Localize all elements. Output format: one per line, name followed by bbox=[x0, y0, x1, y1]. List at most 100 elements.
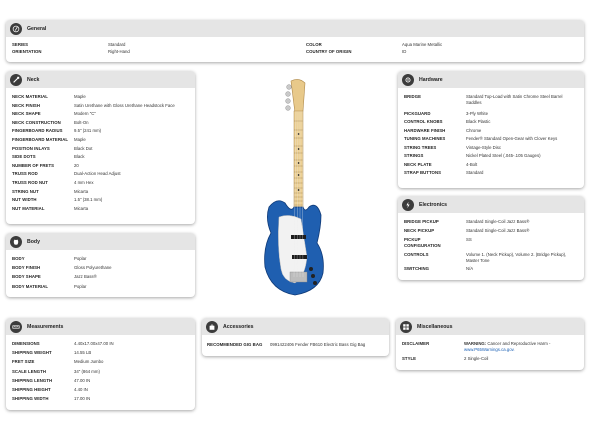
neck-title: Neck bbox=[27, 76, 40, 83]
spec-value: 4.40 IN bbox=[74, 386, 88, 392]
spec-row: DIMENSIONS 4.40x17.00x47.00 IN bbox=[12, 340, 189, 349]
spec-value: Standard Top-Load with Satin Chrome Stee… bbox=[466, 94, 563, 106]
spec-label: TRUSS ROD bbox=[12, 171, 38, 177]
spec-label: ORIENTATION bbox=[12, 49, 42, 55]
spec-value: Micarta bbox=[74, 205, 89, 211]
spec-row: NUT MATERIAL Micarta bbox=[12, 205, 189, 214]
disclaimer-row: DISCLAIMER WARNING: Cancer and Reproduct… bbox=[402, 340, 578, 355]
spec-label: SHIPPING WEIGHT bbox=[12, 350, 52, 356]
body-card: Body BODY Poplar BODY FINISH Gloss Polyure… bbox=[6, 233, 195, 297]
spec-row: SERIES Standard bbox=[12, 41, 306, 48]
general-card: General SERIES Standard ORIENTATION Right-… bbox=[6, 20, 584, 62]
spec-row: NUMBER OF FRETS 20 bbox=[12, 162, 189, 171]
body-title: Body bbox=[27, 238, 40, 245]
misc-icon bbox=[400, 320, 412, 333]
spec-label: NECK MATERIAL bbox=[12, 94, 48, 99]
general-title: General bbox=[27, 25, 47, 32]
accessories-header: Accessories bbox=[202, 318, 389, 335]
spec-value: SS bbox=[466, 237, 472, 242]
spec-label: SHIPPING WIDTH bbox=[12, 396, 49, 402]
spec-value: Aqua Marine Metallic bbox=[402, 42, 443, 47]
spec-value: 47.00 IN bbox=[74, 377, 91, 383]
spec-label: RECOMMENDED GIG BAG bbox=[207, 342, 263, 347]
spec-label: COLOR bbox=[306, 42, 322, 47]
spec-label: NECK FINISH bbox=[12, 102, 41, 108]
product-image bbox=[264, 79, 324, 296]
spec-row: BODY FINISH Gloss Polyurethane bbox=[12, 264, 189, 273]
spec-row: NECK MATERIAL Maple bbox=[12, 93, 189, 102]
neck-card: Neck NECK MATERIAL Maple NECK FINISH Satin… bbox=[6, 71, 195, 224]
spec-label: BODY SHAPE bbox=[12, 274, 41, 280]
spec-label: TUNING MACHINES bbox=[404, 136, 446, 141]
spec-row: SHIPPING WIDTH 17.00 IN bbox=[12, 395, 189, 404]
spec-label: SHIPPING LENGTH bbox=[12, 377, 53, 383]
spec-label: STRING NUT bbox=[12, 188, 39, 194]
spec-label: FINGERBOARD MATERIAL bbox=[12, 136, 69, 142]
measurements-card: Measurements DIMENSIONS 4.40x17.00x47.00 … bbox=[6, 318, 195, 410]
measurements-header: Measurements bbox=[6, 318, 195, 335]
spec-row: TUNING MACHINES Fender® Standard Open-Gea… bbox=[404, 135, 578, 144]
disclaimer-text: Cancer and Reproductive Harm - bbox=[486, 341, 551, 346]
spec-value: Modern "C" bbox=[74, 111, 96, 117]
spec-label: STYLE bbox=[402, 356, 417, 361]
spec-label: FRET SIZE bbox=[12, 359, 35, 365]
spec-label: STRAP BUTTONS bbox=[404, 170, 442, 175]
hardware-card: Hardware BRIDGE Standard Top-Load with Sa… bbox=[398, 71, 584, 188]
spec-row: HARDWARE FINISH Chrome bbox=[404, 127, 578, 136]
spec-value: Jazz Bass® bbox=[74, 274, 97, 280]
spec-row: POSITION INLAYS Black Dot bbox=[12, 145, 189, 154]
spec-label: NECK SHAPE bbox=[12, 111, 41, 117]
spec-value: Poplar bbox=[74, 283, 87, 289]
spec-row: COLOR Aqua Marine Metallic bbox=[306, 41, 442, 48]
spec-value: 4 mm Hex bbox=[74, 179, 94, 185]
spec-row: BRIDGE Standard Top-Load with Satin Chrom… bbox=[404, 93, 578, 110]
spec-label: SCALE LENGTH bbox=[12, 368, 47, 374]
spec-label: BRIDGE PICKUP bbox=[404, 219, 439, 224]
spec-value: 2 Single-Coil bbox=[464, 356, 489, 361]
spec-value: Nickel Plated Steel (.045-.105 Gauges) bbox=[466, 153, 541, 158]
spec-value: Standard bbox=[108, 42, 126, 47]
spec-row: BODY Poplar bbox=[12, 255, 189, 264]
spec-value: Fender® Standard Open-Gear with Clover K… bbox=[466, 136, 558, 141]
spec-row: PICKGUARD 3-Ply White bbox=[404, 110, 578, 119]
hardware-icon bbox=[402, 73, 414, 86]
spec-label: PICKUP CONFIGURATION bbox=[404, 237, 441, 249]
spec-value: Standard Single-Coil Jazz Bass® bbox=[466, 219, 530, 224]
spec-row: STRAP BUTTONS Standard bbox=[404, 169, 578, 178]
spec-row: BODY SHAPE Jazz Bass® bbox=[12, 273, 189, 282]
spec-row: SHIPPING LENGTH 47.00 IN bbox=[12, 377, 189, 386]
spec-value: Chrome bbox=[466, 127, 482, 133]
spec-row: CONTROL KNOBS Black Plastic bbox=[404, 118, 578, 127]
spec-row: SHIPPING WEIGHT 14.55 LB bbox=[12, 349, 189, 358]
spec-value: 0991422406 Fender FB610 Electric Bass Gi… bbox=[270, 342, 366, 347]
measurements-title: Measurements bbox=[27, 323, 64, 330]
spec-row: SHIPPING HEIGHT 4.40 IN bbox=[12, 386, 189, 395]
neck-header: Neck bbox=[6, 71, 195, 88]
spec-value: 14.55 LB bbox=[74, 350, 92, 356]
electronics-card: Electronics BRIDGE PICKUP Standard Single… bbox=[398, 196, 584, 280]
miscellaneous-title: Miscellaneous bbox=[417, 323, 453, 330]
spec-row: STRING TREES Vintage-Style Disc bbox=[404, 144, 578, 153]
warning-label: WARNING: bbox=[464, 341, 487, 346]
spec-row: NUT WIDTH 1.5" (38.1 mm) bbox=[12, 196, 189, 205]
spec-value: Standard Single-Coil Jazz Bass® bbox=[466, 228, 530, 233]
spec-value: Vintage-Style Disc bbox=[466, 144, 502, 150]
spec-label: NUMBER OF FRETS bbox=[12, 162, 55, 168]
spec-value: Volume 1. (Neck Pickup), Volume 2. (Brid… bbox=[466, 252, 567, 264]
spec-value: 17.00 IN bbox=[74, 396, 91, 402]
hardware-header: Hardware bbox=[398, 71, 584, 88]
spec-row: NECK FINISH Satin Urethane with Gloss Ure… bbox=[12, 102, 189, 111]
spec-value: Standard bbox=[466, 170, 484, 175]
spec-label: CONTROL KNOBS bbox=[404, 119, 443, 124]
spec-label: PICKGUARD bbox=[404, 110, 431, 116]
spec-row: STRINGS Nickel Plated Steel (.045-.105 Ga… bbox=[404, 152, 578, 161]
spec-label: NUT WIDTH bbox=[12, 197, 37, 203]
spec-label: BODY FINISH bbox=[12, 265, 41, 271]
spec-row: SIDE DOTS Black bbox=[12, 153, 189, 162]
spec-value: 9.5" (241 mm) bbox=[74, 128, 102, 134]
spec-row: FINGERBOARD MATERIAL Maple bbox=[12, 136, 189, 145]
p65-warnings-link[interactable]: www.P65Warnings.ca.gov. bbox=[464, 347, 515, 352]
spec-row: ORIENTATION Right-Hand bbox=[12, 48, 306, 55]
spec-value: Medium Jumbo bbox=[74, 359, 104, 365]
spec-value: 20 bbox=[74, 162, 79, 168]
